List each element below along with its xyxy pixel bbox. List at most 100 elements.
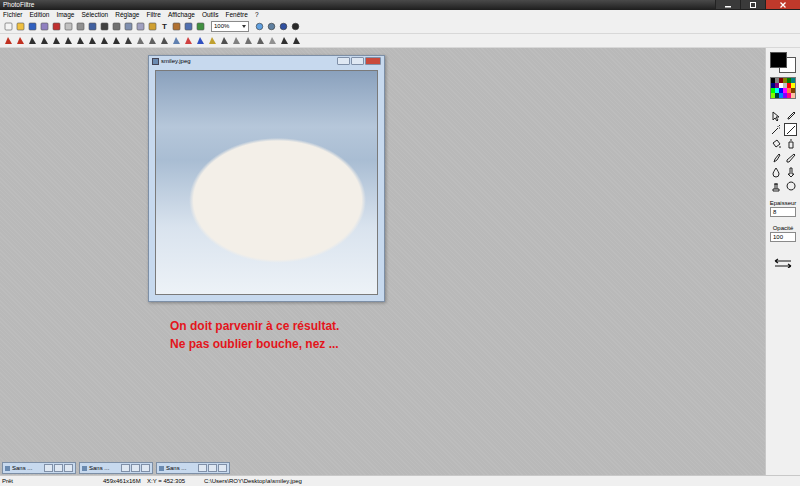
toolbar-button[interactable] <box>99 21 110 32</box>
restore-button[interactable] <box>198 464 207 472</box>
tool-button[interactable] <box>769 123 782 136</box>
toolbar-button[interactable] <box>27 21 38 32</box>
toolbar-button[interactable] <box>15 35 26 46</box>
toolbar-button[interactable] <box>75 21 86 32</box>
tool-button[interactable] <box>784 109 797 122</box>
toolbar-button[interactable] <box>195 21 206 32</box>
toolbar-button[interactable] <box>123 35 134 46</box>
tool-icon <box>100 36 109 45</box>
toolbar-button[interactable] <box>15 21 26 32</box>
menu-item[interactable]: Edition <box>30 10 50 20</box>
palette-color[interactable] <box>791 93 795 98</box>
toolbar-button[interactable] <box>3 35 14 46</box>
close-button[interactable] <box>141 464 150 472</box>
toolbar-button[interactable] <box>291 35 302 46</box>
maximize-button[interactable] <box>351 57 364 65</box>
toolbar-button[interactable] <box>183 21 194 32</box>
menu-item[interactable]: Outils <box>202 10 219 20</box>
toolbar-button[interactable] <box>87 21 98 32</box>
minimize-button[interactable] <box>337 57 350 65</box>
text-tool-button[interactable]: T <box>159 21 170 32</box>
minimized-window-controls <box>44 464 73 472</box>
toolbar-button[interactable] <box>290 21 301 32</box>
tool-button[interactable] <box>769 165 782 178</box>
toolbar-button[interactable] <box>63 35 74 46</box>
toolbar-button[interactable] <box>3 21 14 32</box>
minimize-button[interactable] <box>715 0 740 9</box>
option-field[interactable]: 8 <box>770 207 796 217</box>
toolbar-button[interactable] <box>159 35 170 46</box>
toolbar-button[interactable] <box>27 35 38 46</box>
maximize-button[interactable] <box>131 464 140 472</box>
toolbar-button[interactable] <box>87 35 98 46</box>
tool-button[interactable] <box>769 137 782 150</box>
image-icon <box>152 58 159 65</box>
tool-button[interactable] <box>784 137 797 150</box>
toolbar-button[interactable] <box>254 21 265 32</box>
image-window[interactable]: smiley.jpeg <box>148 55 385 302</box>
menu-item[interactable]: ? <box>255 10 259 20</box>
toolbar-button[interactable] <box>195 35 206 46</box>
maximize-button[interactable] <box>208 464 217 472</box>
toolbar-button[interactable] <box>63 21 74 32</box>
restore-button[interactable] <box>44 464 53 472</box>
toolbar-button[interactable] <box>207 35 218 46</box>
toolbar-button[interactable] <box>111 35 122 46</box>
close-button[interactable] <box>218 464 227 472</box>
tool-button[interactable] <box>784 165 797 178</box>
toolbar-button[interactable] <box>171 21 182 32</box>
toolbar-button[interactable] <box>135 35 146 46</box>
toolbar-button[interactable] <box>135 21 146 32</box>
toolbar-button[interactable] <box>266 21 277 32</box>
menu-item[interactable]: Image <box>56 10 74 20</box>
toolbar-button[interactable] <box>147 21 158 32</box>
menu-item[interactable]: Réglage <box>115 10 139 20</box>
toolbar-button[interactable] <box>39 35 50 46</box>
minimized-window[interactable]: Sans ... <box>156 462 230 474</box>
maximize-button[interactable] <box>54 464 63 472</box>
photo[interactable] <box>155 70 378 295</box>
toolbar-button[interactable] <box>39 21 50 32</box>
menu-item[interactable]: Affichage <box>168 10 195 20</box>
tool-button[interactable] <box>769 179 782 192</box>
toolbar-button[interactable] <box>278 21 289 32</box>
tool-button[interactable] <box>769 151 782 164</box>
minimized-window[interactable]: Sans ... <box>2 462 76 474</box>
tool-button[interactable] <box>784 179 797 192</box>
menu-item[interactable]: Fichier <box>3 10 23 20</box>
menu-item[interactable]: Filtre <box>146 10 160 20</box>
maximize-button[interactable] <box>740 0 765 9</box>
toolbar-button[interactable] <box>51 21 62 32</box>
toolbar-button[interactable] <box>75 35 86 46</box>
toolbar-button[interactable] <box>171 35 182 46</box>
zoom-select[interactable]: 100% <box>211 21 249 32</box>
toolbar-button[interactable] <box>231 35 242 46</box>
minimized-window[interactable]: Sans ... <box>79 462 153 474</box>
toolbar-button[interactable] <box>51 35 62 46</box>
toolbar-button[interactable] <box>147 35 158 46</box>
tool-icon <box>172 22 181 31</box>
tool-icon <box>785 110 796 122</box>
menu-item[interactable]: Sélection <box>81 10 108 20</box>
toolbar-button[interactable] <box>243 35 254 46</box>
toolbar-button[interactable] <box>267 35 278 46</box>
toolbar-button[interactable] <box>255 35 266 46</box>
toolbar-button[interactable] <box>99 35 110 46</box>
toolbar-button[interactable] <box>111 21 122 32</box>
option-field[interactable]: 100 <box>770 232 796 242</box>
close-button[interactable] <box>64 464 73 472</box>
menu-item[interactable]: Fenêtre <box>226 10 248 20</box>
toolbar-button[interactable] <box>183 35 194 46</box>
toolbar-button[interactable] <box>123 21 134 32</box>
tool-icon <box>292 36 301 45</box>
tool-button[interactable] <box>769 109 782 122</box>
close-button[interactable] <box>765 0 800 9</box>
tool-button[interactable] <box>784 151 797 164</box>
toolbar-button[interactable] <box>279 35 290 46</box>
toolbar-button[interactable] <box>219 35 230 46</box>
tool-button[interactable] <box>784 123 797 136</box>
arrows-icon[interactable] <box>774 258 792 268</box>
foreground-color[interactable] <box>770 52 787 68</box>
restore-button[interactable] <box>121 464 130 472</box>
close-button[interactable] <box>365 57 381 65</box>
